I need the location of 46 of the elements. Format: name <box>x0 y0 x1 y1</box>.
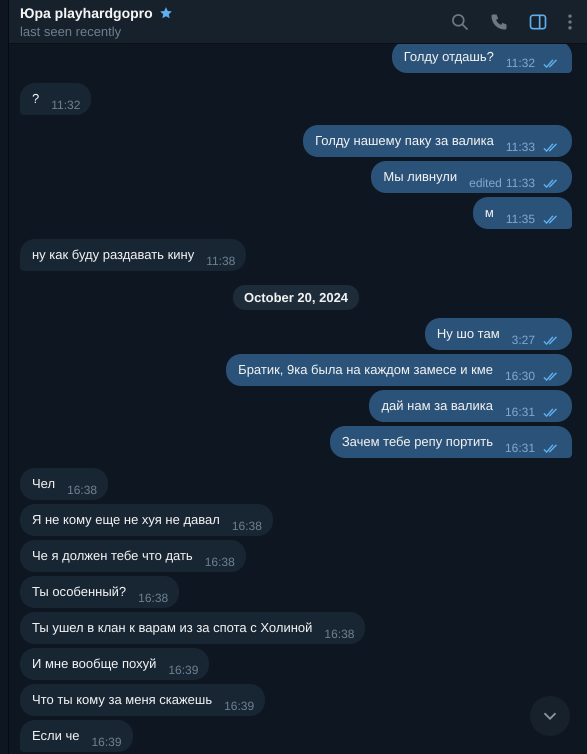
last-seen-status: last seen recently <box>20 24 122 38</box>
message-time: 16:39 <box>224 699 254 713</box>
phone-icon[interactable] <box>489 12 509 32</box>
message-text: Что ты кому за меня скажешь <box>32 692 212 708</box>
message-time: 11:32 <box>51 98 80 112</box>
message-time: 11:33 <box>506 140 535 154</box>
message-time: 16:38 <box>204 555 235 569</box>
message-text: Ты ушел в клан к варам из за спота с Холиной <box>32 620 312 636</box>
message-text: Че я должен тебе что дать <box>32 548 193 564</box>
sidebar-toggle-icon[interactable] <box>528 12 548 32</box>
scroll-down-button[interactable] <box>530 696 570 736</box>
search-icon[interactable] <box>450 12 470 32</box>
message-time: 3:27 <box>512 333 535 347</box>
message-time: 16:38 <box>67 483 98 497</box>
message-text: Братик, 9ка была на каждом замесе и кме <box>238 362 493 378</box>
message-time: 16:31 <box>504 405 535 419</box>
message-text: Зачем тебе репу портить <box>342 434 493 450</box>
star-icon <box>158 6 173 20</box>
message-time: 16:38 <box>138 591 168 605</box>
message-text: Я не кому еще не хуя не давал <box>32 512 220 528</box>
message-text: Голду отдашь? <box>404 49 494 65</box>
date-separator: October 20, 2024 <box>232 285 360 310</box>
contact-name: Юра playhardgopro <box>20 4 153 20</box>
message-text: Ну шо там <box>436 326 500 342</box>
message-text: И мне вообще похуй <box>32 656 156 672</box>
message-time: 11:38 <box>206 254 236 268</box>
message-text: дай нам за валика <box>381 398 493 414</box>
message-time: 16:30 <box>504 369 535 383</box>
message-time: 16:38 <box>324 627 354 641</box>
message-time: 11:33 <box>506 176 535 190</box>
message-text: м <box>484 205 494 221</box>
message-text: Если че <box>32 728 80 744</box>
message-text: Чел <box>32 476 56 492</box>
message-time: 11:32 <box>506 56 535 70</box>
message-text: ? <box>32 91 40 107</box>
message-text: Ты особенный? <box>32 584 126 600</box>
message-time: 16:39 <box>92 735 122 749</box>
message-time: 16:38 <box>232 519 262 533</box>
message-time: 16:39 <box>168 663 198 677</box>
edited-label: edited <box>469 176 502 190</box>
message-time: 16:31 <box>504 441 535 455</box>
more-options-icon[interactable] <box>567 12 573 32</box>
message-text: Мы ливнули <box>383 169 458 185</box>
message-time: 11:35 <box>506 212 535 226</box>
message-text: Голду нашему паку за валика <box>315 133 494 149</box>
message-text: ну как буду раздавать кину <box>32 247 194 263</box>
